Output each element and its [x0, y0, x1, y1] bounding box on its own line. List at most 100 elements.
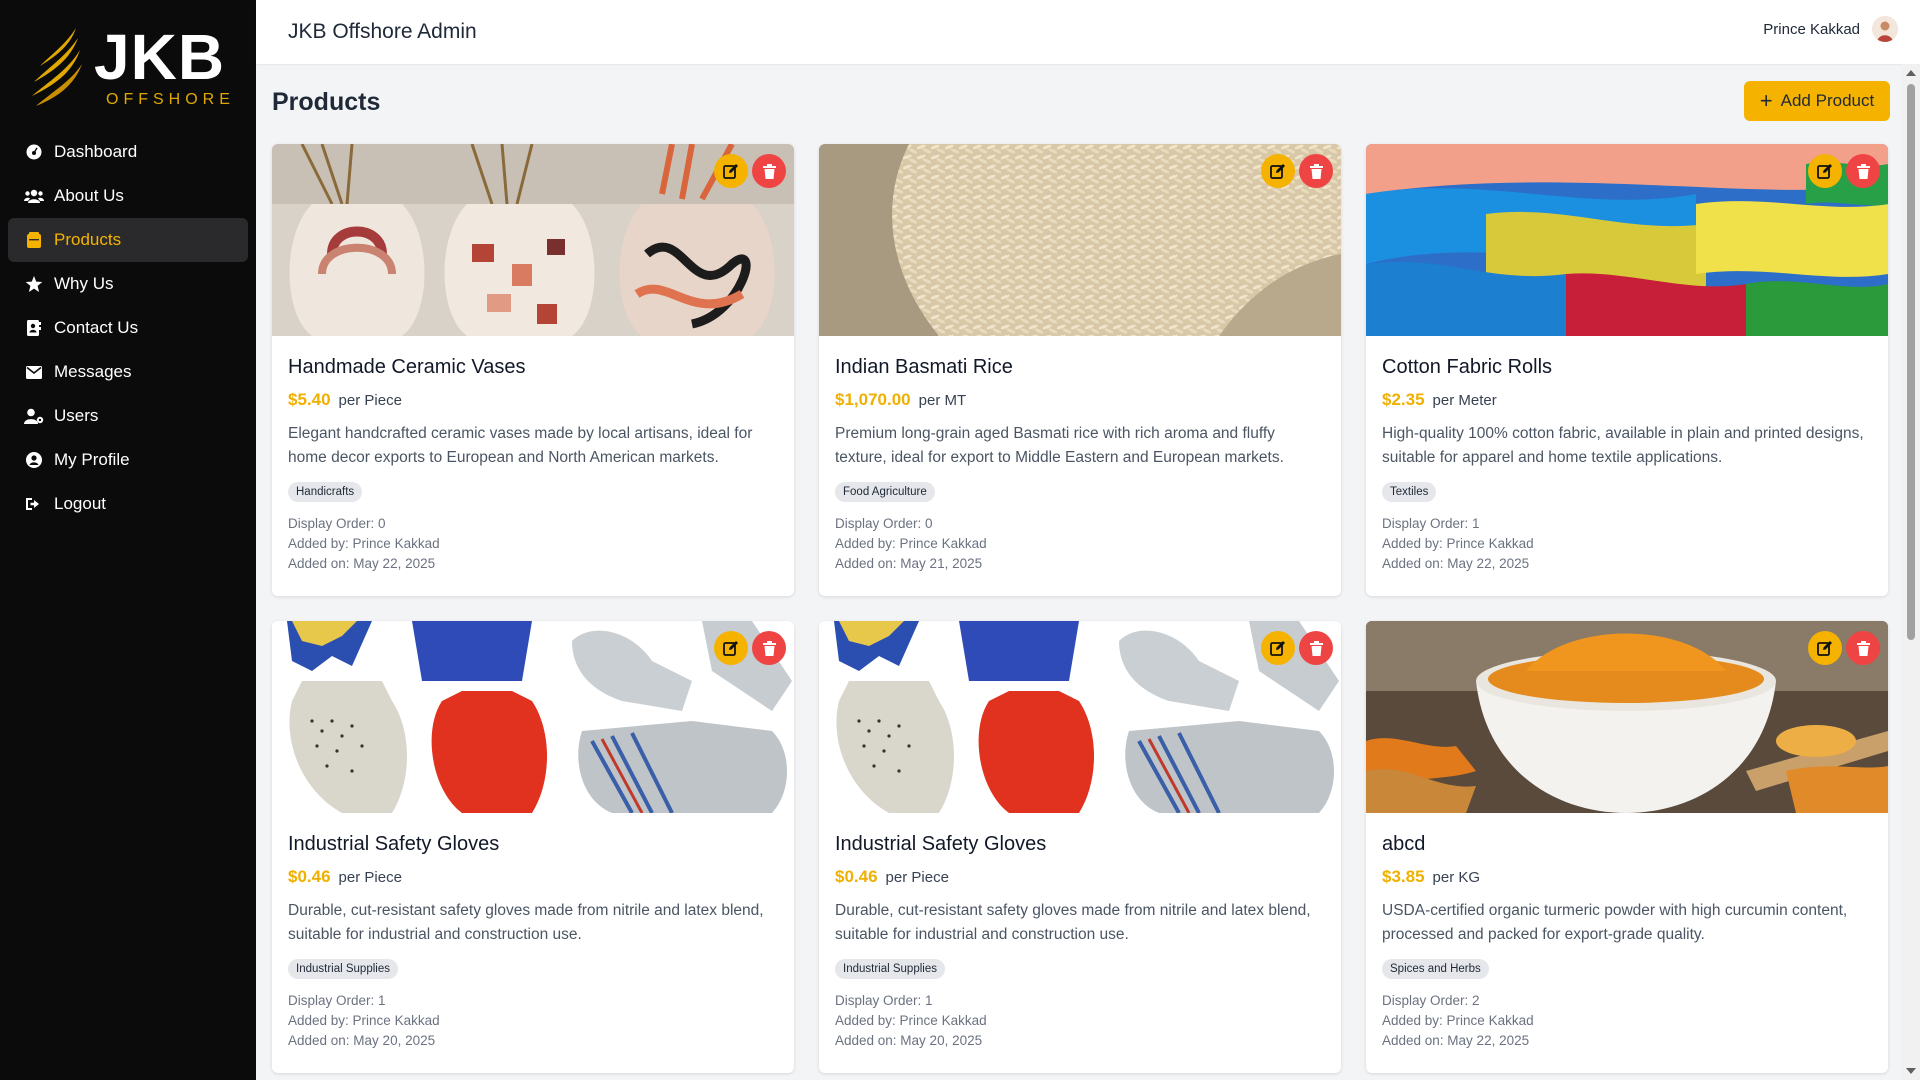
edit-icon: [723, 164, 738, 179]
scroll-down-icon[interactable]: [1906, 1068, 1916, 1074]
product-name: Industrial Safety Gloves: [288, 833, 500, 855]
display-order: Display Order: 2: [1382, 993, 1480, 1008]
address-book-icon: [24, 318, 44, 338]
category-badge: Industrial Supplies: [835, 959, 945, 979]
category-badge: Textiles: [1382, 482, 1437, 502]
product-image-safety-gloves: [272, 621, 794, 813]
sidebar-item-label: Logout: [54, 494, 106, 513]
product-card: Industrial Safety Gloves $0.46 per Piece …: [819, 621, 1341, 1073]
sidebar-item-label: My Profile: [54, 450, 130, 469]
product-name: abcd: [1382, 833, 1426, 855]
edit-icon: [723, 641, 738, 656]
product-unit: per Meter: [1432, 392, 1497, 409]
sidebar-item-label: Why Us: [54, 274, 114, 293]
product-name: Indian Basmati Rice: [835, 356, 1013, 378]
edit-product-button[interactable]: [1808, 631, 1842, 665]
main-content: Products + Add Product Handmade Ceramic …: [272, 64, 1890, 1080]
sidebar-item-label: Contact Us: [54, 318, 139, 337]
plus-icon: +: [1759, 88, 1773, 113]
product-image-ceramic-vases: [272, 144, 794, 336]
product-name: Cotton Fabric Rolls: [1382, 356, 1553, 378]
added-on: Added on: May 22, 2025: [288, 556, 436, 571]
delete-product-button[interactable]: [1846, 631, 1880, 665]
added-on: Added on: May 20, 2025: [835, 1033, 983, 1048]
added-on: Added on: May 22, 2025: [1382, 1033, 1530, 1048]
product-grid: Handmade Ceramic Vases $5.40 per Piece El…: [272, 144, 1890, 1073]
product-price: $1,070.00: [835, 390, 911, 409]
sidebar-item-messages[interactable]: Messages: [8, 350, 248, 394]
added-on: Added on: May 20, 2025: [288, 1033, 436, 1048]
product-card: Cotton Fabric Rolls $2.35 per Meter High-…: [1366, 144, 1888, 596]
dashboard-icon: [24, 142, 44, 162]
edit-product-button[interactable]: [1261, 154, 1295, 188]
trash-icon: [1856, 163, 1870, 179]
product-description: Elegant handcrafted ceramic vases made b…: [288, 425, 753, 466]
edit-product-button[interactable]: [1808, 154, 1842, 188]
trash-icon: [1309, 640, 1323, 656]
delete-product-button[interactable]: [752, 631, 786, 665]
user-menu[interactable]: Prince Kakkad: [1763, 16, 1898, 42]
product-unit: per Piece: [338, 869, 402, 886]
users-icon: [24, 186, 44, 206]
delete-product-button[interactable]: [1846, 154, 1880, 188]
product-name: Handmade Ceramic Vases: [288, 356, 526, 378]
scroll-thumb[interactable]: [1907, 84, 1915, 640]
sidebar-item-label: Dashboard: [54, 142, 138, 161]
product-card: Industrial Safety Gloves $0.46 per Piece …: [272, 621, 794, 1073]
display-order: Display Order: 0: [835, 516, 933, 531]
delete-product-button[interactable]: [1299, 631, 1333, 665]
page-title: Products: [272, 88, 381, 116]
logo-mark-icon: [32, 28, 82, 106]
product-card: abcd $3.85 per KG USDA-certified organic …: [1366, 621, 1888, 1073]
added-on: Added on: May 22, 2025: [1382, 556, 1530, 571]
delete-product-button[interactable]: [1299, 154, 1333, 188]
added-by: Added by: Prince Kakkad: [1382, 536, 1534, 551]
brand-logo[interactable]: JKB OFFSHORE: [26, 22, 236, 112]
user-name: Prince Kakkad: [1763, 20, 1860, 38]
add-product-button[interactable]: + Add Product: [1744, 81, 1890, 121]
delete-product-button[interactable]: [752, 154, 786, 188]
sidebar-item-dashboard[interactable]: Dashboard: [8, 130, 248, 174]
sidebar-item-about-us[interactable]: About Us: [8, 174, 248, 218]
display-order: Display Order: 0: [288, 516, 386, 531]
product-unit: per KG: [1432, 869, 1481, 886]
avatar[interactable]: [1872, 16, 1898, 42]
trash-icon: [762, 163, 776, 179]
edit-icon: [1817, 641, 1832, 656]
product-price: $5.40: [288, 390, 331, 409]
sidebar-item-products[interactable]: Products: [8, 218, 248, 262]
app-title: JKB Offshore Admin: [288, 20, 477, 43]
category-badge: Food Agriculture: [835, 482, 935, 502]
edit-product-button[interactable]: [714, 631, 748, 665]
product-description: Premium long-grain aged Basmati rice wit…: [835, 425, 1284, 466]
added-by: Added by: Prince Kakkad: [288, 536, 440, 551]
display-order: Display Order: 1: [835, 993, 933, 1008]
scroll-up-icon[interactable]: [1906, 70, 1916, 76]
trash-icon: [762, 640, 776, 656]
sidebar-item-users[interactable]: Users: [8, 394, 248, 438]
edit-product-button[interactable]: [714, 154, 748, 188]
logout-icon: [24, 494, 44, 514]
edit-product-button[interactable]: [1261, 631, 1295, 665]
added-by: Added by: Prince Kakkad: [835, 1013, 987, 1028]
product-price: $2.35: [1382, 390, 1425, 409]
product-price: $3.85: [1382, 867, 1425, 886]
sidebar: JKB OFFSHORE Dashboard About Us Products: [0, 0, 256, 1080]
page-scrollbar[interactable]: [1902, 64, 1920, 1080]
sidebar-item-label: Users: [54, 406, 99, 425]
sidebar-item-contact-us[interactable]: Contact Us: [8, 306, 248, 350]
product-description: Durable, cut-resistant safety gloves mad…: [835, 902, 1311, 943]
brand-sub: OFFSHORE: [106, 91, 235, 108]
box-icon: [24, 230, 44, 250]
display-order: Display Order: 1: [288, 993, 386, 1008]
sidebar-item-my-profile[interactable]: My Profile: [8, 438, 248, 482]
sidebar-item-logout[interactable]: Logout: [8, 482, 248, 526]
product-description: Durable, cut-resistant safety gloves mad…: [288, 902, 764, 943]
product-price: $0.46: [288, 867, 331, 886]
sidebar-item-label: Products: [54, 230, 122, 249]
product-unit: per MT: [918, 392, 967, 409]
product-name: Industrial Safety Gloves: [835, 833, 1047, 855]
sidebar-item-why-us[interactable]: Why Us: [8, 262, 248, 306]
category-badge: Handicrafts: [288, 482, 363, 502]
product-unit: per Piece: [885, 869, 949, 886]
